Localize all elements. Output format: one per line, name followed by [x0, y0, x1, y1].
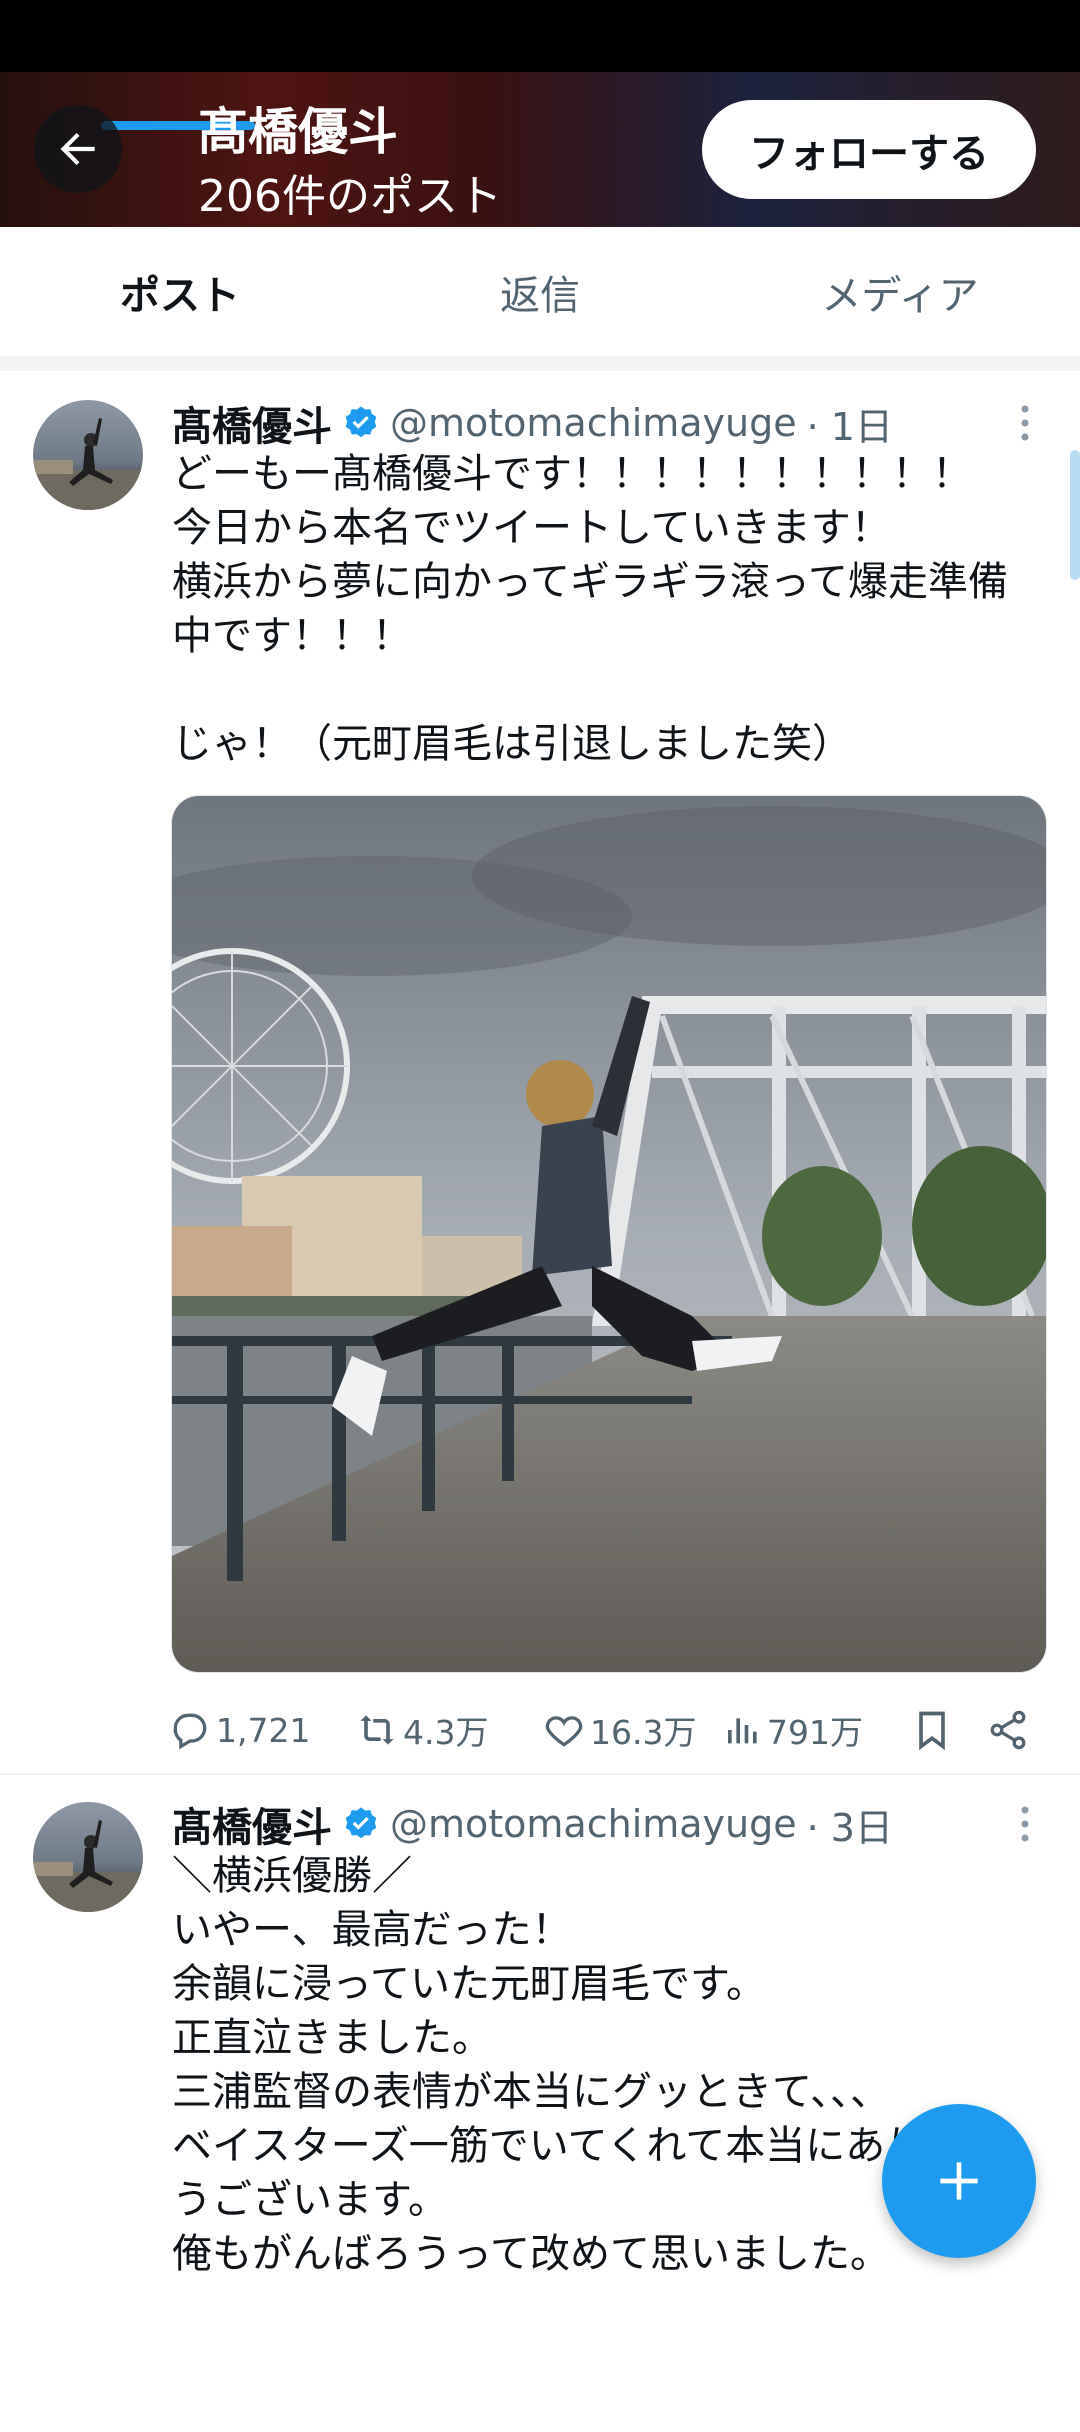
plus-icon	[940, 2162, 978, 2200]
status-bar	[0, 0, 1080, 72]
profile-tabs: ポスト 返信 メディア	[0, 227, 1080, 357]
follow-button[interactable]: フォローする	[702, 100, 1036, 199]
more-icon	[1021, 405, 1029, 441]
reply-button[interactable]: 1,721	[168, 1700, 310, 1760]
bookmark-icon	[919, 1711, 945, 1751]
tab-posts-label: ポスト	[120, 272, 240, 319]
author-handle[interactable]: @motomachimayuge	[390, 401, 797, 445]
more-button[interactable]	[1010, 393, 1040, 453]
author-name[interactable]: 髙橋優斗	[172, 1795, 332, 1853]
more-icon	[1021, 1806, 1029, 1842]
post-time: · 3日	[806, 1805, 893, 1850]
repost-count: 4.3万	[403, 1713, 489, 1752]
views-button[interactable]: 791万	[723, 1700, 863, 1760]
like-icon	[545, 1716, 583, 1747]
tab-replies-label: 返信	[500, 272, 580, 319]
post-header: 髙橋優斗 @motomachimayuge · 1日	[172, 393, 893, 453]
reply-count: 1,721	[216, 1710, 311, 1750]
views-icon	[728, 1718, 757, 1744]
tab-posts[interactable]: ポスト	[0, 227, 360, 356]
post-actions: 1,721 4.3万 16.3万 791万	[168, 1700, 1048, 1760]
compose-button[interactable]	[882, 2104, 1036, 2258]
tab-replies[interactable]: 返信	[360, 227, 720, 356]
verified-badge-icon	[345, 1807, 377, 1839]
repost-icon	[360, 1715, 394, 1745]
tab-media[interactable]: メディア	[720, 227, 1080, 356]
back-button[interactable]	[34, 105, 122, 193]
share-icon	[990, 1710, 1026, 1750]
repost-button[interactable]: 4.3万	[355, 1700, 488, 1760]
share-button[interactable]	[986, 1700, 1034, 1760]
post-text: どーもー髙橋優斗です！！！！！！！！！！ 今日から本名でツイートしていきます！ …	[172, 451, 1008, 767]
avatar[interactable]	[33, 1802, 143, 1912]
author-name[interactable]: 髙橋優斗	[172, 394, 332, 452]
reply-icon	[173, 1713, 207, 1750]
tab-media-label: メディア	[821, 272, 979, 319]
avatar-image	[33, 418, 143, 510]
post-photo[interactable]	[171, 795, 1047, 1673]
like-button[interactable]: 16.3万	[542, 1700, 696, 1760]
avatar-image	[33, 1820, 143, 1912]
verified-badge-icon	[345, 406, 377, 438]
post-divider	[0, 1773, 1080, 1775]
profile-header: 髙橋優斗 206件のポスト フォローする	[0, 72, 1080, 227]
photo-jump-bridge	[172, 796, 1046, 1672]
like-count: 16.3万	[590, 1713, 697, 1752]
header-title: 髙橋優斗	[198, 103, 398, 161]
bottom-area	[0, 2300, 1080, 2432]
more-button[interactable]	[1010, 1794, 1040, 1854]
post-count: 206件のポスト	[198, 171, 502, 222]
author-handle[interactable]: @motomachimayuge	[390, 1802, 797, 1846]
scrollbar[interactable]	[1070, 450, 1080, 580]
arrow-left-icon	[60, 132, 95, 166]
divider	[0, 357, 1080, 371]
post-header: 髙橋優斗 @motomachimayuge · 3日	[172, 1794, 893, 1854]
views-count: 791万	[767, 1713, 863, 1752]
bookmark-button[interactable]	[910, 1700, 958, 1760]
post-time: · 1日	[806, 404, 893, 449]
avatar[interactable]	[33, 400, 143, 510]
